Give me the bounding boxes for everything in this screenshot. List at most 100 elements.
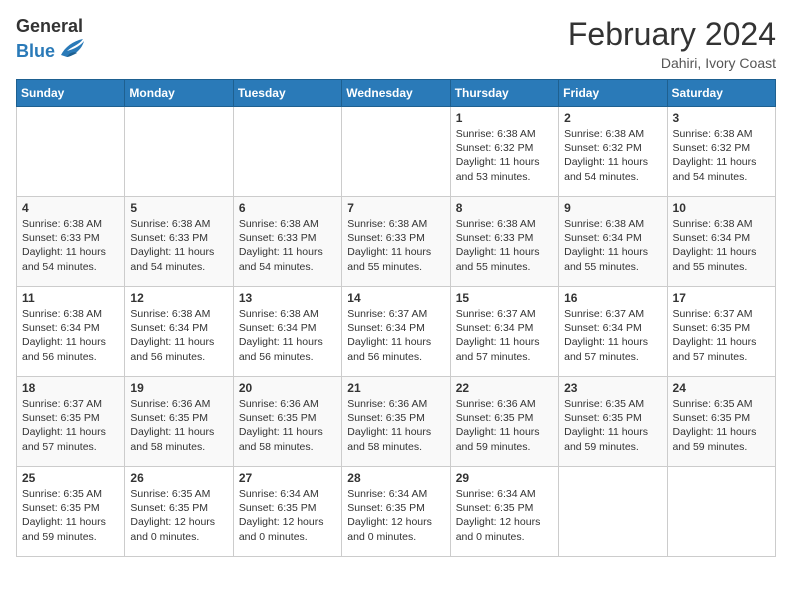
day-info: Sunrise: 6:37 AM Sunset: 6:34 PM Dayligh… (456, 307, 553, 364)
calendar-cell (17, 107, 125, 197)
day-info: Sunrise: 6:38 AM Sunset: 6:34 PM Dayligh… (239, 307, 336, 364)
day-info: Sunrise: 6:35 AM Sunset: 6:35 PM Dayligh… (22, 487, 119, 544)
calendar-cell (233, 107, 341, 197)
day-number: 5 (130, 201, 227, 215)
calendar-cell: 2Sunrise: 6:38 AM Sunset: 6:32 PM Daylig… (559, 107, 667, 197)
day-number: 8 (456, 201, 553, 215)
day-info: Sunrise: 6:35 AM Sunset: 6:35 PM Dayligh… (564, 397, 661, 454)
day-info: Sunrise: 6:36 AM Sunset: 6:35 PM Dayligh… (130, 397, 227, 454)
day-number: 15 (456, 291, 553, 305)
day-number: 18 (22, 381, 119, 395)
day-info: Sunrise: 6:38 AM Sunset: 6:34 PM Dayligh… (130, 307, 227, 364)
weekday-header-monday: Monday (125, 80, 233, 107)
calendar-cell: 24 Sunrise: 6:35 AM Sunset: 6:35 PM Dayli… (667, 377, 775, 467)
day-number: 27 (239, 471, 336, 485)
day-number: 9 (564, 201, 661, 215)
day-number: 25 (22, 471, 119, 485)
day-number: 26 (130, 471, 227, 485)
calendar-cell: 11 Sunrise: 6:38 AM Sunset: 6:34 PM Dayli… (17, 287, 125, 377)
day-info: Sunrise: 6:38 AM Sunset: 6:32 PM Dayligh… (456, 127, 553, 184)
calendar-week-row: 18 Sunrise: 6:37 AM Sunset: 6:35 PM Dayli… (17, 377, 776, 467)
calendar-cell: 22 Sunrise: 6:36 AM Sunset: 6:35 PM Dayli… (450, 377, 558, 467)
calendar-cell: 18 Sunrise: 6:37 AM Sunset: 6:35 PM Dayli… (17, 377, 125, 467)
day-info: Sunrise: 6:34 AM Sunset: 6:35 PM Dayligh… (239, 487, 336, 544)
day-info: Sunrise: 6:36 AM Sunset: 6:35 PM Dayligh… (456, 397, 553, 454)
day-number: 3 (673, 111, 770, 125)
day-info: Sunrise: 6:37 AM Sunset: 6:34 PM Dayligh… (347, 307, 444, 364)
day-info: Sunrise: 6:38 AM Sunset: 6:33 PM Dayligh… (239, 217, 336, 274)
calendar-cell: 1 Sunrise: 6:38 AM Sunset: 6:32 PM Daylig… (450, 107, 558, 197)
day-number: 21 (347, 381, 444, 395)
calendar-week-row: 1 Sunrise: 6:38 AM Sunset: 6:32 PM Daylig… (17, 107, 776, 197)
weekday-header-sunday: Sunday (17, 80, 125, 107)
calendar-cell (342, 107, 450, 197)
day-number: 11 (22, 291, 119, 305)
logo: General Blue (16, 16, 85, 65)
day-number: 13 (239, 291, 336, 305)
calendar-cell (125, 107, 233, 197)
day-number: 28 (347, 471, 444, 485)
logo-general: General (16, 16, 83, 36)
calendar-cell: 5 Sunrise: 6:38 AM Sunset: 6:33 PM Daylig… (125, 197, 233, 287)
calendar-cell: 21Sunrise: 6:36 AM Sunset: 6:35 PM Dayli… (342, 377, 450, 467)
day-info: Sunrise: 6:38 AM Sunset: 6:33 PM Dayligh… (456, 217, 553, 274)
calendar-cell: 13 Sunrise: 6:38 AM Sunset: 6:34 PM Dayli… (233, 287, 341, 377)
day-number: 24 (673, 381, 770, 395)
calendar-cell: 15 Sunrise: 6:37 AM Sunset: 6:34 PM Dayli… (450, 287, 558, 377)
day-info: Sunrise: 6:38 AM Sunset: 6:32 PM Dayligh… (564, 127, 661, 184)
weekday-header-thursday: Thursday (450, 80, 558, 107)
calendar-cell (667, 467, 775, 557)
day-info: Sunrise: 6:38 AM Sunset: 6:32 PM Dayligh… (673, 127, 770, 184)
day-number: 22 (456, 381, 553, 395)
day-number: 6 (239, 201, 336, 215)
calendar-cell: 19 Sunrise: 6:36 AM Sunset: 6:35 PM Dayli… (125, 377, 233, 467)
day-info: Sunrise: 6:34 AM Sunset: 6:35 PM Dayligh… (456, 487, 553, 544)
calendar-cell: 12 Sunrise: 6:38 AM Sunset: 6:34 PM Dayli… (125, 287, 233, 377)
calendar-cell: 29 Sunrise: 6:34 AM Sunset: 6:35 PM Dayli… (450, 467, 558, 557)
day-number: 1 (456, 111, 553, 125)
calendar-cell (559, 467, 667, 557)
day-number: 19 (130, 381, 227, 395)
calendar-cell: 27 Sunrise: 6:34 AM Sunset: 6:35 PM Dayli… (233, 467, 341, 557)
day-info: Sunrise: 6:37 AM Sunset: 6:35 PM Dayligh… (22, 397, 119, 454)
location-title: Dahiri, Ivory Coast (568, 55, 776, 71)
day-info: Sunrise: 6:37 AM Sunset: 6:35 PM Dayligh… (673, 307, 770, 364)
day-info: Sunrise: 6:35 AM Sunset: 6:35 PM Dayligh… (130, 487, 227, 544)
day-info: Sunrise: 6:38 AM Sunset: 6:34 PM Dayligh… (673, 217, 770, 274)
calendar-cell: 4Sunrise: 6:38 AM Sunset: 6:33 PM Daylig… (17, 197, 125, 287)
calendar-cell: 26 Sunrise: 6:35 AM Sunset: 6:35 PM Dayli… (125, 467, 233, 557)
calendar-cell: 20 Sunrise: 6:36 AM Sunset: 6:35 PM Dayli… (233, 377, 341, 467)
day-info: Sunrise: 6:38 AM Sunset: 6:34 PM Dayligh… (22, 307, 119, 364)
day-number: 20 (239, 381, 336, 395)
calendar-cell: 23Sunrise: 6:35 AM Sunset: 6:35 PM Dayli… (559, 377, 667, 467)
calendar-cell: 17 Sunrise: 6:37 AM Sunset: 6:35 PM Dayli… (667, 287, 775, 377)
day-number: 7 (347, 201, 444, 215)
calendar-cell: 6 Sunrise: 6:38 AM Sunset: 6:33 PM Daylig… (233, 197, 341, 287)
calendar-cell: 16 Sunrise: 6:37 AM Sunset: 6:34 PM Dayli… (559, 287, 667, 377)
day-info: Sunrise: 6:37 AM Sunset: 6:34 PM Dayligh… (564, 307, 661, 364)
bird-icon (57, 37, 85, 65)
calendar-cell: 9 Sunrise: 6:38 AM Sunset: 6:34 PM Daylig… (559, 197, 667, 287)
month-title: February 2024 (568, 16, 776, 53)
day-number: 4 (22, 201, 119, 215)
day-info: Sunrise: 6:38 AM Sunset: 6:34 PM Dayligh… (564, 217, 661, 274)
calendar-cell: 28 Sunrise: 6:34 AM Sunset: 6:35 PM Dayli… (342, 467, 450, 557)
weekday-header-wednesday: Wednesday (342, 80, 450, 107)
day-number: 29 (456, 471, 553, 485)
calendar-cell: 8 Sunrise: 6:38 AM Sunset: 6:33 PM Daylig… (450, 197, 558, 287)
calendar-week-row: 4 Sunrise: 6:38 AM Sunset: 6:33 PM Daylig… (17, 197, 776, 287)
calendar-cell: 7 Sunrise: 6:38 AM Sunset: 6:33 PM Daylig… (342, 197, 450, 287)
day-number: 12 (130, 291, 227, 305)
page-header: General Blue February 2024 Dahiri, Ivory… (16, 16, 776, 71)
day-info: Sunrise: 6:38 AM Sunset: 6:33 PM Dayligh… (130, 217, 227, 274)
calendar-table: SundayMondayTuesdayWednesdayThursdayFrid… (16, 79, 776, 557)
day-number: 17 (673, 291, 770, 305)
day-number: 16 (564, 291, 661, 305)
calendar-week-row: 25 Sunrise: 6:35 AM Sunset: 6:35 PM Dayli… (17, 467, 776, 557)
day-info: Sunrise: 6:34 AM Sunset: 6:35 PM Dayligh… (347, 487, 444, 544)
calendar-cell: 3 Sunrise: 6:38 AM Sunset: 6:32 PM Daylig… (667, 107, 775, 197)
day-number: 10 (673, 201, 770, 215)
day-info: Sunrise: 6:35 AM Sunset: 6:35 PM Dayligh… (673, 397, 770, 454)
day-info: Sunrise: 6:36 AM Sunset: 6:35 PM Dayligh… (239, 397, 336, 454)
day-info: Sunrise: 6:38 AM Sunset: 6:33 PM Dayligh… (347, 217, 444, 274)
